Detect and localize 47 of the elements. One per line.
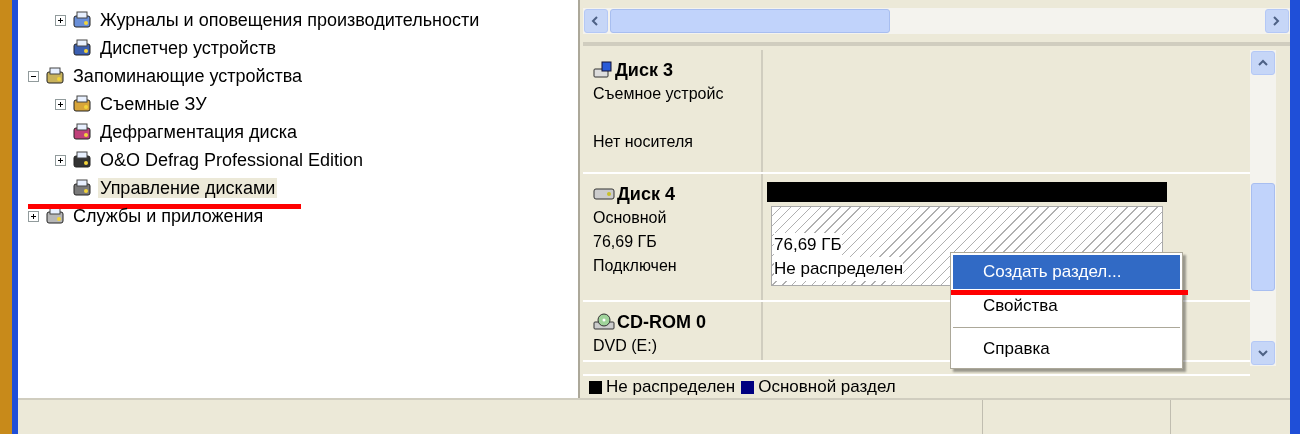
disk-name: Диск 4 [617,183,675,206]
tree-item[interactable]: Дефрагментация диска [98,121,299,142]
scroll-left-button[interactable] [584,9,608,33]
removable-disk-icon [593,61,613,79]
horizontal-scrollbar[interactable] [583,8,1290,34]
node-icon [45,206,65,226]
volume-status: Не распределен [774,257,904,281]
scroll-up-button[interactable] [1251,51,1275,75]
expand-icon[interactable] [55,14,66,26]
legend-label: Не распределен [606,376,736,399]
tree-item[interactable]: Съемные ЗУ [98,93,209,114]
disk-name: CD-ROM 0 [617,311,706,334]
cd-drive-icon [593,313,615,331]
tree-item[interactable]: Запоминающие устройства [71,65,305,86]
node-icon [72,10,92,30]
disk-status: Нет носителя [593,132,694,152]
tree-item[interactable]: Службы и приложения [71,205,266,226]
node-icon [72,38,92,58]
legend-label: Основной раздел [758,376,896,399]
menu-item[interactable]: Справка [953,332,1180,366]
disk-status: Подключен [593,256,678,276]
expand-icon[interactable] [55,154,66,166]
node-icon [72,150,92,170]
vertical-scrollbar[interactable] [1250,50,1276,366]
expand-icon[interactable] [55,98,66,110]
scroll-thumb[interactable] [610,9,890,33]
disk-name: Диск 3 [615,59,673,82]
node-icon [45,66,65,86]
scroll-down-button[interactable] [1251,341,1275,365]
menu-item[interactable]: Создать раздел... [953,255,1180,289]
tree-item[interactable]: Управление дисками [98,177,278,198]
volume-size: 76,69 ГБ [774,233,842,257]
collapse-icon[interactable] [28,70,39,82]
menu-item[interactable]: Свойства [953,289,1180,323]
node-icon [72,122,92,142]
node-icon [72,178,92,198]
disk-size: 76,69 ГБ [593,232,658,252]
scroll-thumb[interactable] [1251,183,1275,291]
tree-item[interactable]: Журналы и оповещения производительности [98,9,482,30]
disk-type: Основной [593,208,668,228]
scroll-right-button[interactable] [1265,9,1289,33]
node-icon [72,94,92,114]
disk-type: Съемное устройс [593,84,725,104]
tree-item[interactable]: O&O Defrag Professional Edition [98,149,366,170]
expand-icon[interactable] [28,210,39,222]
tree-item[interactable]: Диспетчер устройств [98,37,278,58]
disk-type: DVD (E:) [593,336,658,356]
